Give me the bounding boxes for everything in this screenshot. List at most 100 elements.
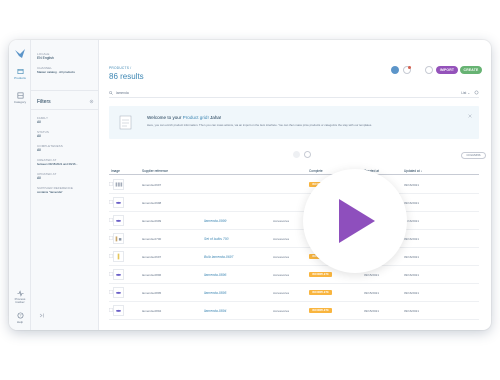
cell-label[interactable]: llamenda-0894 xyxy=(204,309,226,313)
cell-updated: 09/16/2021 xyxy=(404,273,420,277)
app-window: Products Category Process tracker ? Help… xyxy=(9,40,491,330)
product-thumbnail xyxy=(113,305,124,316)
user-icon[interactable] xyxy=(425,66,433,74)
welcome-banner: Welcome to your Product grid! Jaha! Here… xyxy=(109,106,479,139)
table-row[interactable]: lamenda-0895 llamenda-0895 Accessories INCO… xyxy=(109,284,479,302)
column-header-image[interactable]: Image xyxy=(111,169,120,173)
rail-item-products[interactable]: Products xyxy=(9,68,31,80)
welcome-title: Welcome to your Product grid! Jaha! xyxy=(147,115,222,120)
filter-panel: Locale EN English Channel Master catalog… xyxy=(31,40,99,330)
filter-supplier-value[interactable]: contains "lamenda" xyxy=(37,190,63,194)
category-icon xyxy=(17,92,23,99)
close-icon[interactable] xyxy=(468,114,472,118)
locale-switcher[interactable]: EN English xyxy=(37,56,54,60)
notification-icon[interactable] xyxy=(391,66,399,74)
cell-family: Accessories xyxy=(273,237,290,241)
table-row[interactable]: lamenda-0700Set of bulbs 700AccessoriesI… xyxy=(109,230,479,248)
video-play-button[interactable] xyxy=(303,169,407,273)
app-logo-icon xyxy=(15,49,25,58)
rail-item-label: Category xyxy=(13,100,27,104)
status-badge: INCOMPLETE xyxy=(309,272,332,277)
divider xyxy=(31,109,99,110)
search-icon xyxy=(109,91,113,95)
column-header-complete[interactable]: Complete xyxy=(309,169,323,173)
table-row[interactable]: lamenda-0998INCOMPLETE09/15/202109/16/20… xyxy=(109,194,479,212)
channel-switcher[interactable]: Master catalog · All products xyxy=(37,70,75,74)
filter-status-value[interactable]: All xyxy=(37,134,41,138)
filters-title: Filters xyxy=(37,99,51,105)
create-button[interactable]: CREATE xyxy=(460,66,482,74)
breadcrumb[interactable]: PRODUCTS / xyxy=(109,66,131,70)
product-thumbnail xyxy=(113,287,124,298)
activity-icon xyxy=(16,290,24,297)
gear-icon[interactable] xyxy=(89,99,94,104)
display-mode-select[interactable]: List ⌄ xyxy=(461,91,470,95)
cell-supplier: lamenda-0895 xyxy=(142,291,162,295)
cell-family: Accessories xyxy=(273,273,290,277)
cell-supplier: lamenda-0697 xyxy=(142,255,162,259)
cell-supplier: lamenda-0997 xyxy=(142,183,162,187)
cell-family: Accessories xyxy=(273,255,290,259)
results-count: 86 results xyxy=(109,72,144,81)
cell-updated: 09/16/2021 xyxy=(404,237,420,241)
filter-updated-value[interactable]: All xyxy=(37,176,41,180)
rail-item-label: Help xyxy=(16,320,24,324)
cell-updated: 09/16/2021 xyxy=(404,201,420,205)
rail-item-category[interactable]: Category xyxy=(9,92,31,104)
cell-family: Accessories xyxy=(273,291,290,295)
cell-supplier: lamenda-0700 xyxy=(142,237,162,241)
filter-completeness-value[interactable]: All xyxy=(37,148,41,152)
cell-updated: 09/16/2021 xyxy=(404,291,420,295)
main-navigation-rail: Products Category Process tracker ? Help xyxy=(9,40,31,330)
table-row[interactable]: lamenda-0697 Bulb lamenda-0697 Accessories… xyxy=(109,248,479,266)
collapse-panel-icon[interactable] xyxy=(39,313,45,318)
status-badge: INCOMPLETE xyxy=(309,290,332,295)
cell-created: 09/15/2021 xyxy=(364,273,380,277)
product-grid-area: PRODUCTS / 86 results IMPORT CREATE lame… xyxy=(99,40,491,330)
rail-item-process-tracker[interactable]: Process tracker xyxy=(9,290,31,305)
cell-label[interactable]: llamenda-0999 xyxy=(204,219,226,223)
import-button[interactable]: IMPORT xyxy=(436,66,458,74)
settings-icon[interactable] xyxy=(474,90,479,95)
columns-button[interactable]: COLUMNS xyxy=(461,152,486,159)
cell-supplier: lamenda-0896 xyxy=(142,273,162,277)
product-thumbnail xyxy=(113,215,124,226)
cell-label[interactable]: Set of bulbs 700 xyxy=(204,237,229,241)
table-header: Image Supplier reference Complete Create… xyxy=(109,167,479,175)
illustration-icon xyxy=(119,115,132,130)
cell-supplier: lamenda-0894 xyxy=(142,309,162,313)
column-header-updated[interactable]: Updated at ↓ xyxy=(404,169,422,173)
rail-item-help[interactable]: ? Help xyxy=(9,312,31,324)
svg-text:?: ? xyxy=(19,314,21,318)
cell-label[interactable]: llamenda-0895 xyxy=(204,291,226,295)
cell-updated: 09/16/2021 xyxy=(404,183,420,187)
help-icon: ? xyxy=(17,312,23,319)
cell-supplier: lamenda-0998 xyxy=(142,201,162,205)
cell-created: 09/15/2021 xyxy=(364,291,380,295)
column-header-supplier[interactable]: Supplier reference xyxy=(142,169,168,173)
play-icon xyxy=(339,199,375,243)
cell-label[interactable]: Bulb lamenda-0697 xyxy=(204,255,233,259)
cell-created: 09/15/2021 xyxy=(364,309,380,313)
cell-label[interactable]: llamenda-0896 xyxy=(204,273,226,277)
box-icon xyxy=(17,69,23,74)
welcome-body: Here, you can enrich product information… xyxy=(147,123,373,127)
filter-created-value[interactable]: between 09/15/2021 and 09/16... xyxy=(37,162,78,166)
table-row[interactable]: lamenda-0894 llamenda-0894 Accessories INCO… xyxy=(109,302,479,320)
product-thumbnail xyxy=(113,269,124,280)
product-thumbnail xyxy=(113,251,124,262)
rail-item-label: Products xyxy=(14,76,26,80)
alert-icon[interactable] xyxy=(403,66,411,74)
table-row[interactable]: lamenda-0999llamenda-0999AccessoriesINCO… xyxy=(109,212,479,230)
filter-family-value[interactable]: All xyxy=(37,120,41,124)
page-next-button[interactable] xyxy=(304,151,311,158)
table-row[interactable]: lamenda-0896 llamenda-0896 Accessories INCO… xyxy=(109,266,479,284)
product-thumbnail xyxy=(113,233,124,244)
product-thumbnail xyxy=(113,179,124,190)
page-prev-button[interactable] xyxy=(293,151,300,158)
table-row[interactable]: lamenda-0997INCOMPLETE09/15/202109/16/20… xyxy=(109,176,479,194)
search-input[interactable]: lamenda xyxy=(116,91,129,95)
status-badge: INCOMPLETE xyxy=(309,308,332,313)
cell-family: Accessories xyxy=(273,219,290,223)
rail-item-label: Process tracker xyxy=(14,297,26,305)
